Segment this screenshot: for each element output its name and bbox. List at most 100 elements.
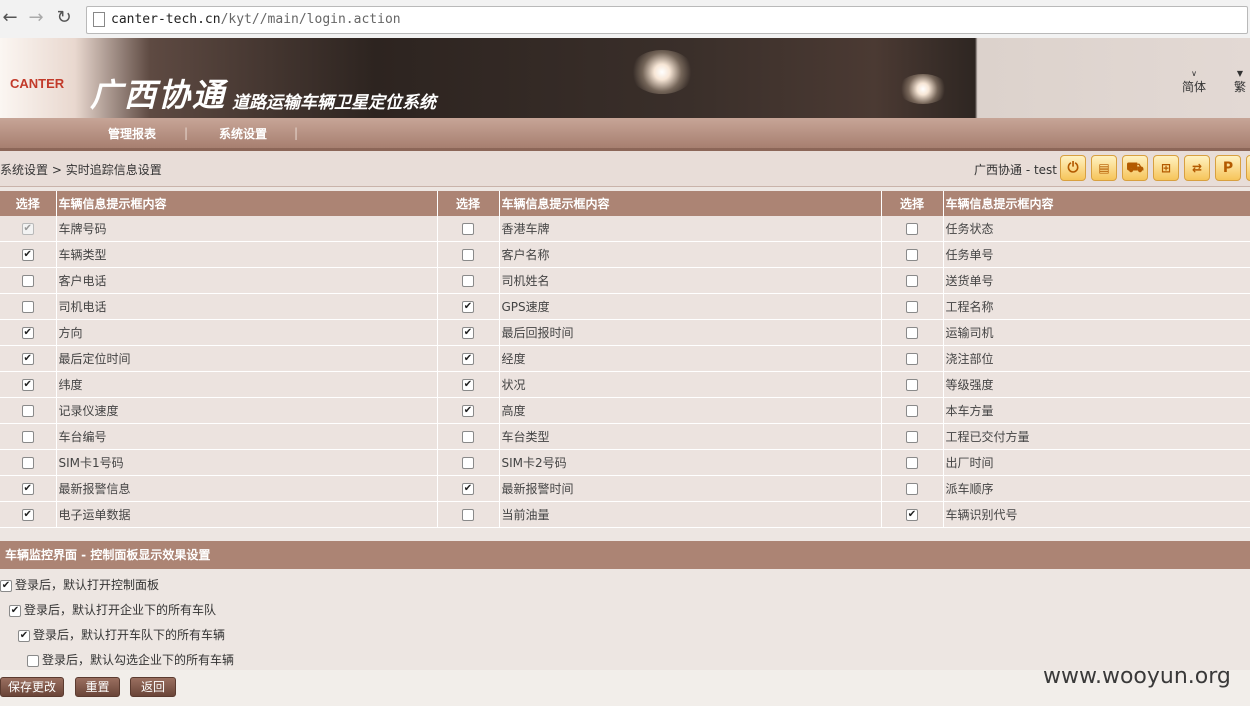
option-checkbox[interactable]: ✔ [18,629,30,642]
select-checkbox[interactable] [21,431,34,443]
select-checkbox[interactable]: ✔ [21,353,34,365]
panel-settings-title: 车辆监控界面 - 控制面板显示效果设置 [0,541,1250,569]
address-bar[interactable]: canter-tech.cn/kyt//main/login.action [86,6,1248,34]
select-checkbox[interactable] [906,353,918,365]
option-checkbox[interactable] [27,654,39,667]
select-checkbox[interactable]: ✔ [21,249,34,261]
back-button[interactable]: 返回 [130,677,176,697]
browser-toolbar: ← → ↻ canter-tech.cn/kyt//main/login.act… [0,0,1250,39]
select-checkbox[interactable] [906,223,918,235]
select-checkbox[interactable] [906,301,918,313]
select-checkbox[interactable]: ✔ [462,483,474,495]
select-checkbox[interactable]: ✔ [462,379,474,391]
forward-arrow-icon[interactable]: → [26,8,46,28]
menu-item-settings[interactable]: 系统设置 [219,125,267,142]
reload-icon[interactable]: ↻ [54,8,74,28]
option-label: 登录后，默认打开企业下的所有车队 [24,603,217,617]
select-checkbox[interactable] [906,405,918,417]
light-flare-decoration [898,74,948,104]
select-cell [437,267,500,294]
select-cell [881,345,944,372]
select-checkbox[interactable] [906,379,918,391]
select-checkbox[interactable] [21,457,34,469]
lang-simplified[interactable]: ∨ 简体 [1182,70,1206,95]
breadcrumb: 系统设置 > 实时追踪信息设置 [0,161,162,178]
field-label: 车台类型 [499,423,882,450]
select-checkbox[interactable]: ✔ [21,327,34,339]
select-checkbox[interactable] [906,483,918,495]
select-checkbox[interactable]: ✔ [21,509,34,521]
select-checkbox[interactable]: ✔ [462,301,474,313]
light-flare-decoration [630,50,694,94]
more-toolbar-icon[interactable] [1246,155,1250,181]
select-checkbox[interactable] [462,223,474,235]
transfer-icon[interactable]: ⇄ [1184,155,1210,181]
select-cell [437,241,500,268]
select-checkbox[interactable] [21,405,34,417]
table-row: SIM卡1号码 SIM卡2号码 出厂时间 [0,449,1250,476]
select-checkbox[interactable] [906,249,918,261]
select-cell: ✔ [437,475,500,502]
panel-option[interactable]: ✔ 登录后，默认打开控制面板 [0,576,159,593]
select-checkbox[interactable]: ✔ [462,353,474,365]
field-label: 浇注部位 [943,345,1250,372]
menu-item-reports[interactable]: 管理报表 [108,125,156,142]
reset-button[interactable]: 重置 [75,677,120,697]
column-header-content: 车辆信息提示框内容 [499,191,882,216]
save-button[interactable]: 保存更改 [0,677,64,697]
table-row: ✔ 车辆类型 客户名称 任务单号 [0,241,1250,268]
back-arrow-icon[interactable]: ← [0,8,20,28]
select-cell: ✔ [437,345,500,372]
select-cell [881,423,944,450]
site-banner: CANTER 广西协通 道路运输车辆卫星定位系统 [0,38,1250,118]
select-checkbox[interactable] [462,431,474,443]
vehicle-list-icon[interactable]: ▤ [1091,155,1117,181]
panel-option[interactable]: 登录后，默认勾选企业下的所有车辆 [27,651,234,668]
field-label: 客户名称 [499,241,882,268]
select-checkbox[interactable] [906,275,918,287]
select-checkbox[interactable] [462,457,474,469]
panel-option[interactable]: ✔ 登录后，默认打开车队下的所有车辆 [18,626,225,643]
tree-structure-icon[interactable]: ⊞ [1153,155,1179,181]
select-checkbox[interactable] [906,457,918,469]
main-menu: 管理报表 | 系统设置 | [0,118,1250,151]
select-cell [881,293,944,320]
panel-option[interactable]: ✔ 登录后，默认打开企业下的所有车队 [9,601,216,618]
field-label: 任务单号 [943,241,1250,268]
select-checkbox[interactable] [462,509,474,521]
lang-traditional[interactable]: ▼ 繁 [1234,70,1246,95]
brand-subtitle: 道路运输车辆卫星定位系统 [232,93,436,113]
breadcrumb-root[interactable]: 系统设置 [0,163,48,177]
select-checkbox[interactable]: ✔ [21,483,34,495]
select-checkbox[interactable]: ✔ [462,405,474,417]
option-label: 登录后，默认打开控制面板 [15,578,160,592]
field-label: 车台编号 [56,423,438,450]
field-label: 司机电话 [56,293,438,320]
select-checkbox[interactable] [906,431,918,443]
select-checkbox[interactable]: ✔ [462,327,474,339]
table-row: ✔ 方向 ✔ 最后回报时间 运输司机 [0,319,1250,346]
field-label: 状况 [499,371,882,398]
select-checkbox[interactable] [21,275,34,287]
table-row: 司机电话 ✔ GPS速度 工程名称 [0,293,1250,320]
car-icon[interactable]: ⛟ [1122,155,1148,181]
field-label: 工程名称 [943,293,1250,320]
parking-icon[interactable]: P [1215,155,1241,181]
field-label: 车辆识别代号 [943,501,1250,528]
canter-logo: CANTER [10,76,65,91]
table-row: ✔ 车牌号码 香港车牌 任务状态 [0,216,1250,242]
field-label: 送货单号 [943,267,1250,294]
option-checkbox[interactable]: ✔ [0,579,12,592]
select-checkbox[interactable]: ✔ [21,379,34,391]
breadcrumb-bar: 系统设置 > 实时追踪信息设置 广西协通 - test ⏻ ▤ ⛟ ⊞ ⇄ P [0,151,1250,187]
column-header-content: 车辆信息提示框内容 [943,191,1250,216]
select-checkbox[interactable] [21,301,34,313]
select-checkbox[interactable] [462,275,474,287]
power-icon[interactable]: ⏻ [1060,155,1086,181]
field-label: 出厂时间 [943,449,1250,476]
select-checkbox[interactable]: ✔ [906,509,918,521]
select-checkbox[interactable] [462,249,474,261]
select-checkbox[interactable] [906,327,918,339]
field-label: 香港车牌 [499,216,882,242]
option-checkbox[interactable]: ✔ [9,604,21,617]
